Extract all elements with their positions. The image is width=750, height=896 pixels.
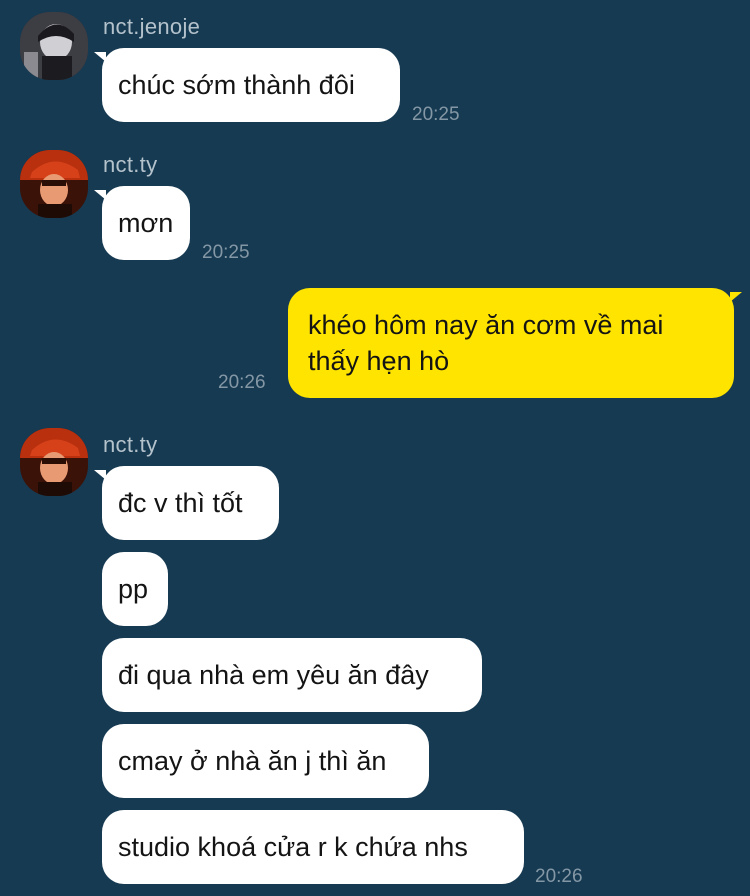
message-bubble[interactable]: cmay ở nhà ăn j thì ăn (102, 724, 429, 798)
message-time: 20:26 (535, 866, 583, 887)
message-bubble[interactable]: pp (102, 552, 168, 626)
message-bubble[interactable]: đi qua nhà em yêu ăn đây (102, 638, 482, 712)
avatar-ty[interactable] (20, 150, 88, 218)
message-bubble[interactable]: studio khoá cửa r k chứa nhs (102, 810, 524, 884)
message-bubble[interactable]: mơn (102, 186, 190, 260)
message-bubble[interactable]: đc v thì tốt (102, 466, 279, 540)
message-time: 20:25 (412, 104, 460, 125)
message-time: 20:25 (202, 242, 250, 263)
sender-name: nct.jenoje (103, 14, 201, 39)
message-bubble[interactable]: chúc sớm thành đôi (102, 48, 400, 122)
bubble-tail (730, 292, 742, 302)
message-time: 20:26 (218, 372, 266, 393)
avatar-jenoje[interactable] (20, 12, 88, 80)
sender-name: nct.ty (103, 152, 158, 177)
sender-name: nct.ty (103, 432, 158, 457)
avatar-ty[interactable] (20, 428, 88, 496)
outgoing-message-bubble[interactable]: khéo hôm nay ăn cơm về mai thấy hẹn hò (288, 288, 734, 398)
